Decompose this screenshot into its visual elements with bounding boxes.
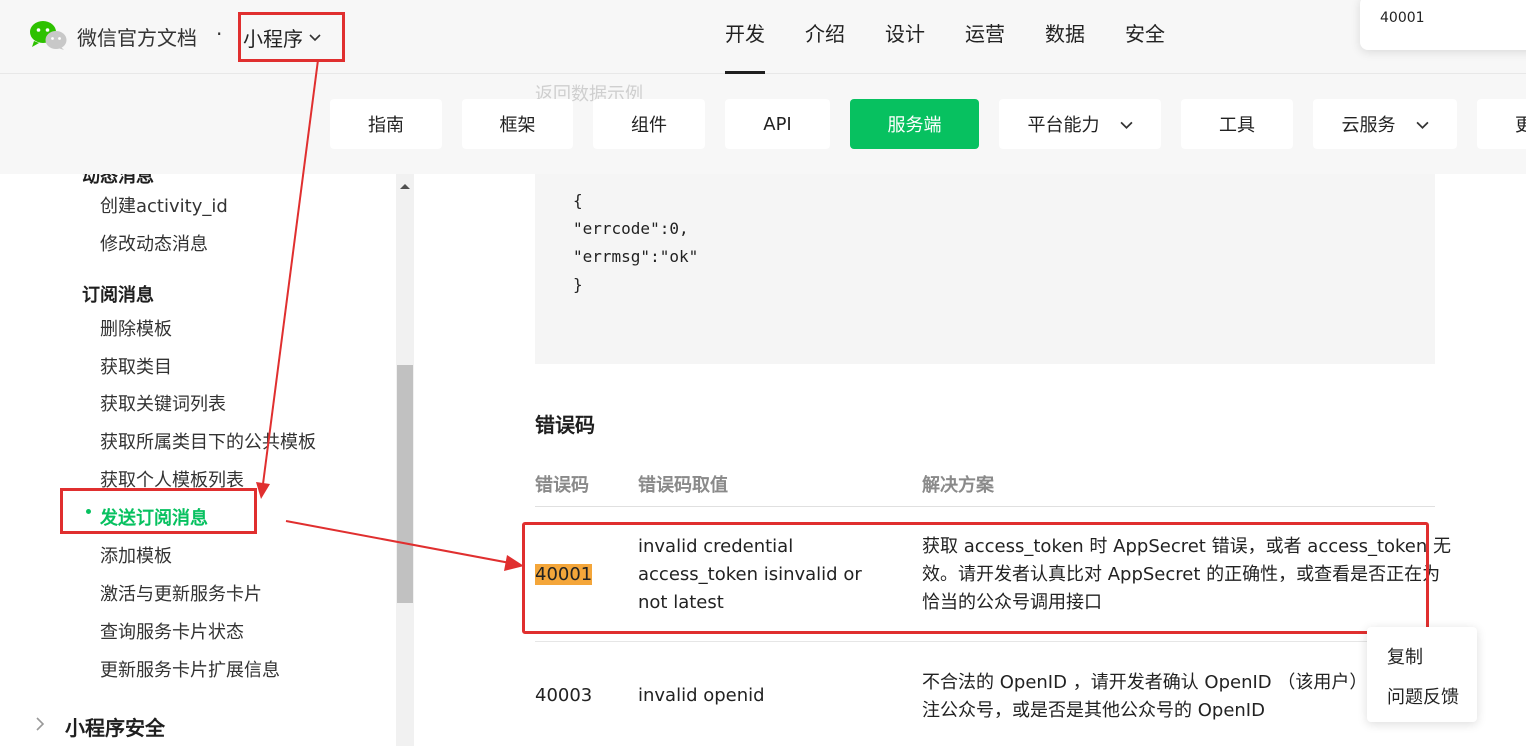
subnav-more-label: 更 <box>1515 115 1526 136</box>
table-cell-code: 40003 <box>535 685 593 706</box>
subnav-tools[interactable]: 工具 <box>1181 99 1293 149</box>
code-line: } <box>573 275 583 294</box>
sidebar-item-modify-dynamic-message[interactable]: 修改动态消息 <box>100 230 208 256</box>
chevron-down-icon <box>1415 121 1429 129</box>
annotation-box-table-row <box>522 522 1429 634</box>
wechat-logo-icon[interactable] <box>28 19 68 51</box>
chevron-right-icon[interactable] <box>34 717 46 731</box>
error-code-section-title: 错误码 <box>535 413 595 437</box>
nav-item-operation[interactable]: 运营 <box>965 0 1005 74</box>
table-header-divider <box>535 506 1435 507</box>
subnav-cloud[interactable]: 云服务 <box>1313 99 1457 149</box>
search-popup-text: 40001 <box>1380 10 1425 26</box>
nav-item-data[interactable]: 数据 <box>1045 0 1085 74</box>
table-cell-solution-line: 不合法的 OpenID ，请开发者确认 OpenID （该用户）是 <box>922 672 1386 693</box>
brand-separator: · <box>216 22 223 46</box>
subnav-guide[interactable]: 指南 <box>330 99 442 149</box>
code-line: { <box>573 191 583 210</box>
search-popup[interactable]: 40001 <box>1360 0 1526 50</box>
table-header-code: 错误码 <box>535 475 589 496</box>
sidebar-item-query-service-card[interactable]: 查询服务卡片状态 <box>100 618 244 644</box>
sidebar-item-send-subscribe-message[interactable]: 发送订阅消息 <box>100 504 208 530</box>
chevron-down-icon <box>309 34 321 42</box>
table-header-value: 错误码取值 <box>638 475 728 496</box>
sidebar-section-miniprogram-security[interactable]: 小程序安全 <box>65 712 165 741</box>
product-switch-label: 小程序 <box>243 26 303 51</box>
sidebar-item-activate-service-card[interactable]: 激活与更新服务卡片 <box>100 580 262 606</box>
context-menu-copy[interactable]: 复制 <box>1387 643 1423 669</box>
sidebar-item-delete-template[interactable]: 删除模板 <box>100 315 172 341</box>
subnav-tools-label: 工具 <box>1219 115 1255 136</box>
subnav-framework[interactable]: 框架 <box>462 99 573 149</box>
sidebar-item-create-activity-id[interactable]: 创建activity_id <box>100 192 228 218</box>
sidebar-scroll-thumb[interactable] <box>397 365 413 603</box>
table-row-divider <box>535 641 1435 642</box>
table-header-solution: 解决方案 <box>922 475 994 496</box>
code-example-block <box>535 174 1435 364</box>
sidebar-item-get-keywords[interactable]: 获取关键词列表 <box>100 390 226 416</box>
subnav-framework-label: 框架 <box>499 115 536 136</box>
subnav-guide-label: 指南 <box>368 115 404 136</box>
code-line: "errcode":0, <box>573 219 689 238</box>
nav-item-develop[interactable]: 开发 <box>725 0 765 74</box>
sidebar-cut-heading: 动态消息 <box>82 174 154 187</box>
subnav-server[interactable]: 服务端 <box>850 99 979 149</box>
table-cell-solution-line: 注公众号，或是否是其他公众号的 OpenID <box>922 700 1265 721</box>
sidebar-item-update-service-card-ext[interactable]: 更新服务卡片扩展信息 <box>100 656 280 682</box>
subnav-components[interactable]: 组件 <box>593 99 705 149</box>
subnav-components-label: 组件 <box>631 115 667 136</box>
sidebar-item-get-category[interactable]: 获取类目 <box>100 353 172 379</box>
nav-item-design[interactable]: 设计 <box>885 0 925 74</box>
subnav-platform-label: 平台能力 <box>1027 115 1100 136</box>
sidebar: 动态消息 创建activity_id 修改动态消息 订阅消息 删除模板 获取类目… <box>0 174 414 746</box>
sidebar-item-get-public-templates[interactable]: 获取所属类目下的公共模板 <box>100 428 316 454</box>
sidebar-group-subscribe[interactable]: 订阅消息 <box>82 281 154 307</box>
context-menu: 复制 问题反馈 <box>1367 627 1477 722</box>
main-nav: 开发 介绍 设计 运营 数据 安全 <box>725 0 1205 74</box>
nav-item-security[interactable]: 安全 <box>1125 0 1165 74</box>
subnav-server-label: 服务端 <box>887 115 942 136</box>
top-header: 微信官方文档 · 小程序 开发 介绍 设计 运营 数据 安全 <box>0 0 1526 74</box>
table-cell-value-line: invalid openid <box>638 685 765 706</box>
subnav-api[interactable]: API <box>725 99 830 149</box>
nav-item-intro[interactable]: 介绍 <box>805 0 845 74</box>
scroll-up-arrow-icon[interactable] <box>399 182 411 190</box>
code-line: "errmsg":"ok" <box>573 247 699 266</box>
chevron-down-icon <box>1119 121 1133 129</box>
subnav-cloud-label: 云服务 <box>1341 115 1396 136</box>
brand-title[interactable]: 微信官方文档 <box>77 22 197 51</box>
context-menu-feedback[interactable]: 问题反馈 <box>1387 683 1459 709</box>
subnav-more[interactable]: 更 <box>1477 99 1526 149</box>
product-switch-dropdown[interactable]: 小程序 <box>238 12 345 62</box>
subnav-api-label: API <box>763 113 792 135</box>
current-item-dot <box>86 509 91 514</box>
sidebar-item-add-template[interactable]: 添加模板 <box>100 542 172 568</box>
subnav-platform[interactable]: 平台能力 <box>999 99 1161 149</box>
